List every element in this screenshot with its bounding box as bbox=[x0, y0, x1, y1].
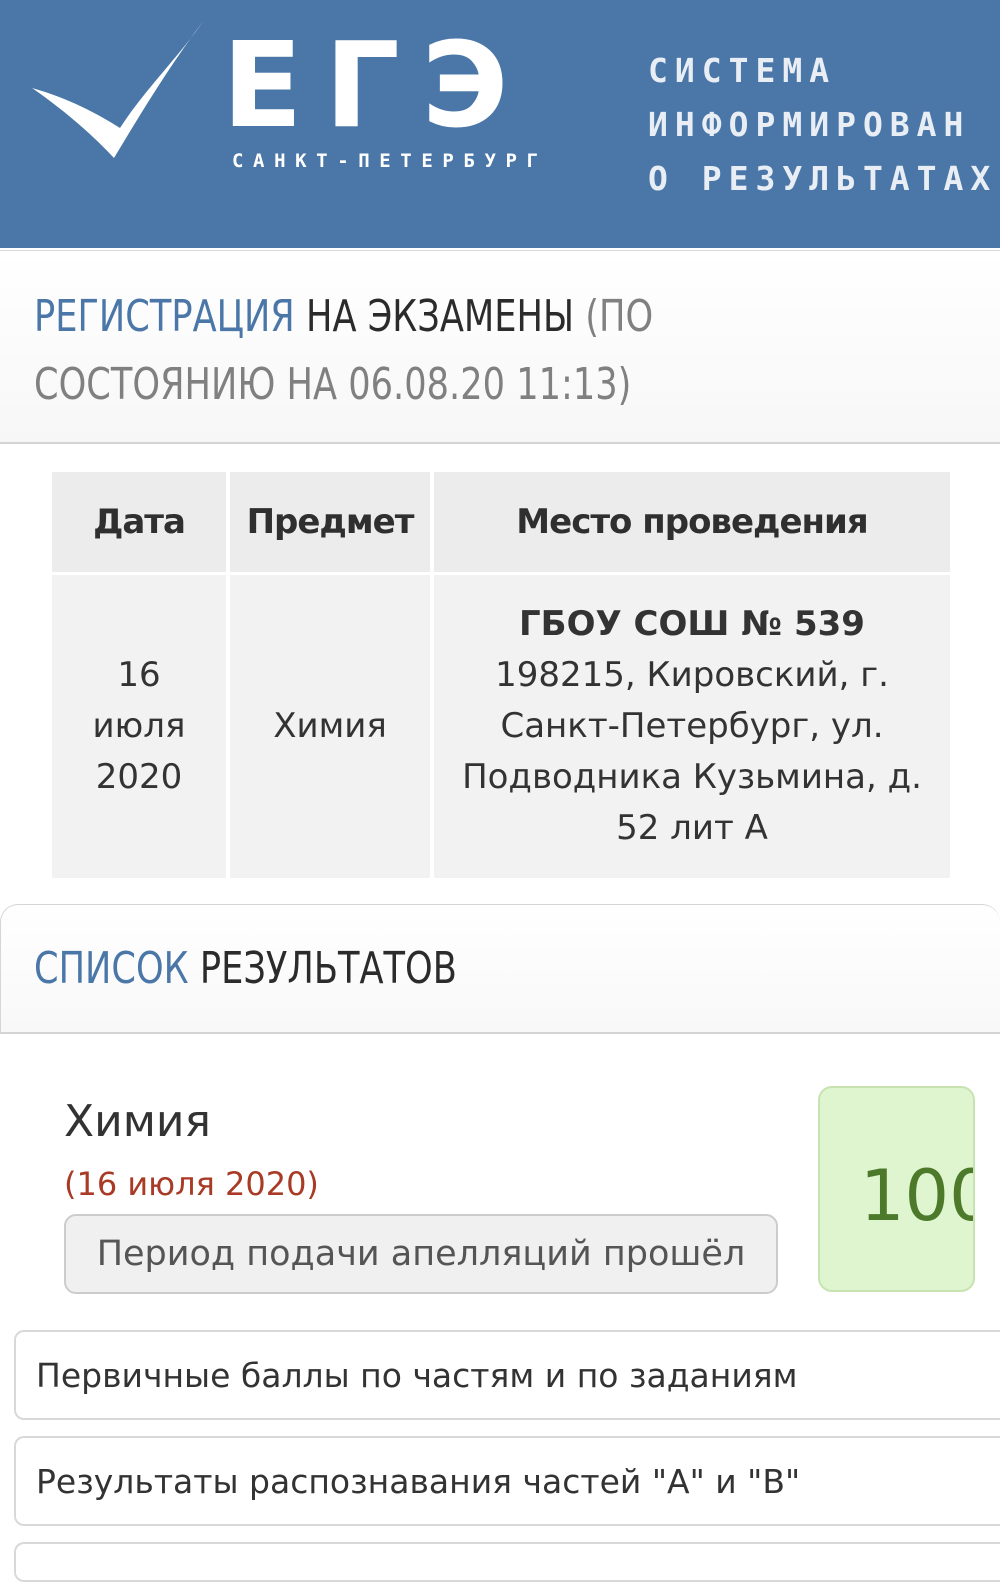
place-name: ГБОУ СОШ № 539 bbox=[519, 603, 865, 644]
address-line: 52 лит А bbox=[616, 807, 768, 848]
score-badge: 100 bbox=[818, 1086, 975, 1292]
results-title-accent: СПИСОК bbox=[34, 943, 189, 994]
score-value: 100 bbox=[860, 1155, 973, 1237]
date-line: 2020 bbox=[95, 756, 183, 797]
address-line: Санкт-Петербург, ул. bbox=[500, 705, 884, 746]
cell-date: 16 июля 2020 bbox=[52, 574, 226, 878]
section-primary-scores[interactable]: Первичные баллы по частям и по заданиям bbox=[14, 1330, 1000, 1420]
row-divider bbox=[52, 572, 950, 575]
logo-system-line: О РЕЗУЛЬТАТАХ bbox=[648, 159, 998, 198]
result-date: (16 июля 2020) bbox=[64, 1165, 319, 1203]
column-header-subject: Предмет bbox=[230, 472, 430, 572]
registration-title: РЕГИСТРАЦИЯ НА ЭКЗАМЕНЫ (ПО bbox=[34, 284, 653, 350]
column-divider bbox=[226, 472, 230, 878]
column-header-date: Дата bbox=[52, 472, 226, 572]
address-line: 198215, Кировский, г. bbox=[495, 654, 889, 695]
registration-title-note-rest: СОСТОЯНИЮ НА 06.08.20 11:13) bbox=[34, 359, 632, 410]
checkmark-logo-icon bbox=[32, 20, 204, 158]
site-header: ЕГЭ САНКТ-ПЕТЕРБУРГ СИСТЕМА ИНФОРМИРОВАН… bbox=[0, 0, 1000, 248]
address-line: Подводника Кузьмина, д. bbox=[462, 756, 922, 797]
registration-title-note: (ПО bbox=[585, 291, 654, 342]
registration-table: Дата Предмет Место проведения 16 июля 20… bbox=[52, 472, 950, 878]
results-title: СПИСОК РЕЗУЛЬТАТОВ bbox=[34, 936, 457, 1002]
cell-subject: Химия bbox=[230, 574, 430, 878]
result-subject: Химия bbox=[64, 1096, 211, 1147]
section-next[interactable] bbox=[14, 1542, 1000, 1582]
registration-title-main: НА ЭКЗАМЕНЫ bbox=[305, 291, 575, 342]
logo-system-line: ИНФОРМИРОВАН bbox=[648, 105, 971, 144]
logo-system-line: СИСТЕМА bbox=[648, 51, 837, 90]
column-header-place: Место проведения bbox=[434, 472, 950, 572]
cell-place: ГБОУ СОШ № 539 198215, Кировский, г. Сан… bbox=[434, 574, 950, 878]
date-line: 16 bbox=[117, 654, 161, 695]
logo-ege: ЕГЭ bbox=[222, 16, 531, 154]
results-title-main: РЕЗУЛЬТАТОВ bbox=[199, 943, 457, 994]
logo-system-text: СИСТЕМА ИНФОРМИРОВАН О РЕЗУЛЬТАТАХ bbox=[648, 44, 997, 206]
section-recognition-results[interactable]: Результаты распознавания частей "А" и "В… bbox=[14, 1436, 1000, 1526]
logo-city: САНКТ-ПЕТЕРБУРГ bbox=[232, 150, 548, 172]
column-divider bbox=[430, 472, 434, 878]
appeal-status-button[interactable]: Период подачи апелляций прошёл bbox=[64, 1214, 778, 1294]
subject-text: Химия bbox=[273, 705, 387, 746]
date-line: июля bbox=[92, 705, 186, 746]
registration-title-accent: РЕГИСТРАЦИЯ bbox=[34, 291, 295, 342]
